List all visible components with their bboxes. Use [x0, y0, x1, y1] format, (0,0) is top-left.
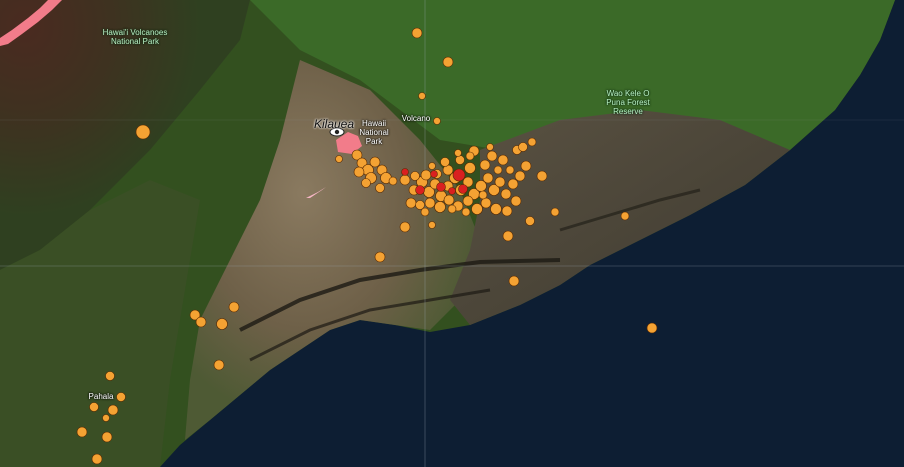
earthquake-marker[interactable]	[550, 207, 560, 217]
earthquake-marker[interactable]	[91, 453, 103, 465]
label-hvnp-top: Hawai'i Volcanoes National Park	[102, 28, 168, 46]
earthquake-marker-recent[interactable]	[452, 168, 466, 182]
earthquake-marker[interactable]	[353, 166, 365, 178]
label-hvnp-summit: Hawaii National Park	[359, 119, 389, 146]
earthquake-marker[interactable]	[216, 318, 228, 330]
earthquake-marker[interactable]	[101, 431, 113, 443]
earthquake-marker[interactable]	[442, 56, 454, 68]
earthquake-marker[interactable]	[486, 143, 494, 151]
earthquake-marker[interactable]	[510, 195, 522, 207]
earthquake-marker[interactable]	[411, 27, 423, 39]
earthquake-marker-recent[interactable]	[448, 187, 456, 195]
earthquake-marker[interactable]	[135, 124, 151, 140]
earthquake-marker[interactable]	[424, 197, 436, 209]
earthquake-marker[interactable]	[494, 176, 506, 188]
earthquake-marker[interactable]	[440, 157, 450, 167]
earthquake-marker-recent[interactable]	[415, 185, 425, 195]
earthquake-marker[interactable]	[482, 172, 494, 184]
earthquake-marker[interactable]	[518, 142, 528, 152]
earthquake-marker[interactable]	[501, 205, 513, 217]
earthquake-marker[interactable]	[228, 301, 240, 313]
earthquake-marker[interactable]	[462, 195, 474, 207]
earthquake-marker[interactable]	[471, 203, 483, 215]
earthquake-marker-recent[interactable]	[436, 182, 446, 192]
basemap	[0, 0, 904, 467]
earthquake-marker[interactable]	[428, 162, 436, 170]
earthquake-marker[interactable]	[465, 151, 475, 161]
earthquake-marker[interactable]	[447, 204, 457, 214]
earthquake-marker-recent[interactable]	[458, 184, 468, 194]
earthquake-marker[interactable]	[500, 188, 512, 200]
earthquake-marker[interactable]	[478, 190, 488, 200]
earthquake-marker[interactable]	[536, 170, 548, 182]
earthquake-marker[interactable]	[443, 194, 455, 206]
earthquake-marker[interactable]	[493, 165, 503, 175]
earthquake-marker[interactable]	[455, 155, 465, 165]
earthquake-marker[interactable]	[410, 171, 420, 181]
earthquake-marker[interactable]	[89, 402, 99, 412]
earthquake-marker[interactable]	[646, 322, 658, 334]
earthquake-marker[interactable]	[420, 207, 430, 217]
earthquake-marker[interactable]	[374, 251, 386, 263]
earthquake-marker[interactable]	[399, 174, 411, 186]
earthquake-marker[interactable]	[418, 92, 426, 100]
earthquake-marker[interactable]	[105, 371, 115, 381]
earthquake-marker[interactable]	[195, 316, 207, 328]
map-view[interactable]: Hawai'i Volcanoes National Park Kilauea …	[0, 0, 904, 467]
earthquake-marker[interactable]	[335, 155, 343, 163]
earthquake-marker[interactable]	[461, 207, 471, 217]
label-volcano: Volcano	[401, 114, 431, 123]
earthquake-marker[interactable]	[480, 197, 492, 209]
earthquake-marker[interactable]	[525, 216, 535, 226]
earthquake-marker[interactable]	[420, 169, 432, 181]
earthquake-marker[interactable]	[375, 183, 385, 193]
label-wao-kele: Wao Kele O Puna Forest Reserve	[606, 89, 650, 116]
earthquake-marker[interactable]	[213, 359, 225, 371]
earthquake-marker[interactable]	[369, 156, 381, 168]
earthquake-marker-recent[interactable]	[401, 168, 409, 176]
earthquake-marker[interactable]	[508, 275, 520, 287]
earthquake-marker[interactable]	[428, 221, 436, 229]
earthquake-marker[interactable]	[388, 176, 398, 186]
earthquake-marker[interactable]	[486, 150, 498, 162]
earthquake-marker[interactable]	[505, 165, 515, 175]
earthquake-marker-recent[interactable]	[430, 170, 438, 178]
label-pahala: Pahala	[88, 392, 114, 401]
earthquake-marker[interactable]	[497, 154, 509, 166]
earthquake-marker[interactable]	[490, 203, 502, 215]
earthquake-marker[interactable]	[361, 178, 371, 188]
earthquake-marker[interactable]	[520, 160, 532, 172]
earthquake-marker[interactable]	[464, 162, 476, 174]
earthquake-marker[interactable]	[502, 230, 514, 242]
earthquake-marker[interactable]	[507, 178, 519, 190]
earthquake-marker[interactable]	[514, 170, 526, 182]
earthquake-marker[interactable]	[479, 159, 491, 171]
earthquake-marker[interactable]	[527, 137, 537, 147]
earthquake-marker[interactable]	[399, 221, 411, 233]
earthquake-marker[interactable]	[107, 404, 119, 416]
earthquake-marker[interactable]	[434, 201, 446, 213]
earthquake-marker[interactable]	[454, 149, 462, 157]
earthquake-marker[interactable]	[76, 426, 88, 438]
earthquake-marker[interactable]	[620, 211, 630, 221]
earthquake-marker[interactable]	[102, 414, 110, 422]
earthquake-marker[interactable]	[405, 197, 417, 209]
